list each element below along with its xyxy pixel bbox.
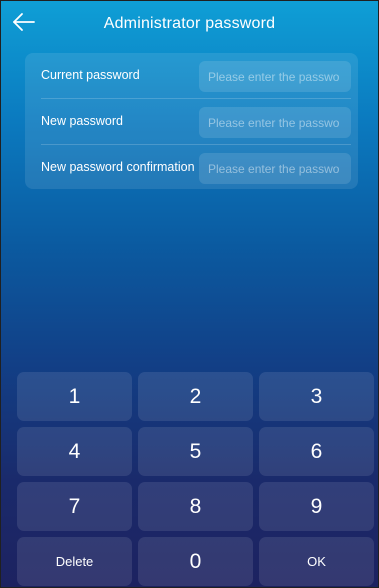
key-1[interactable]: 1 [17, 372, 132, 421]
key-5[interactable]: 5 [138, 427, 253, 476]
ok-button[interactable]: OK [259, 537, 374, 586]
confirm-password-input[interactable] [199, 153, 351, 184]
key-7[interactable]: 7 [17, 482, 132, 531]
numeric-keypad: 1 2 3 4 5 6 7 8 9 Delete 0 OK [17, 372, 374, 586]
top-bar: Administrator password [1, 1, 378, 45]
key-3[interactable]: 3 [259, 372, 374, 421]
password-screen: Administrator password Current password … [0, 0, 379, 588]
current-password-row: Current password [25, 53, 358, 98]
new-password-label: New password [41, 114, 123, 128]
page-title: Administrator password [103, 15, 276, 32]
key-6[interactable]: 6 [259, 427, 374, 476]
new-password-row: New password [25, 99, 358, 144]
delete-button[interactable]: Delete [17, 537, 132, 586]
key-0[interactable]: 0 [138, 537, 253, 586]
confirm-password-label: New password confirmation [41, 160, 195, 174]
new-password-input[interactable] [199, 107, 351, 138]
confirm-password-row: New password confirmation [25, 145, 358, 190]
current-password-input[interactable] [199, 61, 351, 92]
password-form: Current password New password New passwo… [25, 53, 358, 189]
current-password-label: Current password [41, 68, 140, 82]
key-8[interactable]: 8 [138, 482, 253, 531]
key-9[interactable]: 9 [259, 482, 374, 531]
key-2[interactable]: 2 [138, 372, 253, 421]
key-4[interactable]: 4 [17, 427, 132, 476]
